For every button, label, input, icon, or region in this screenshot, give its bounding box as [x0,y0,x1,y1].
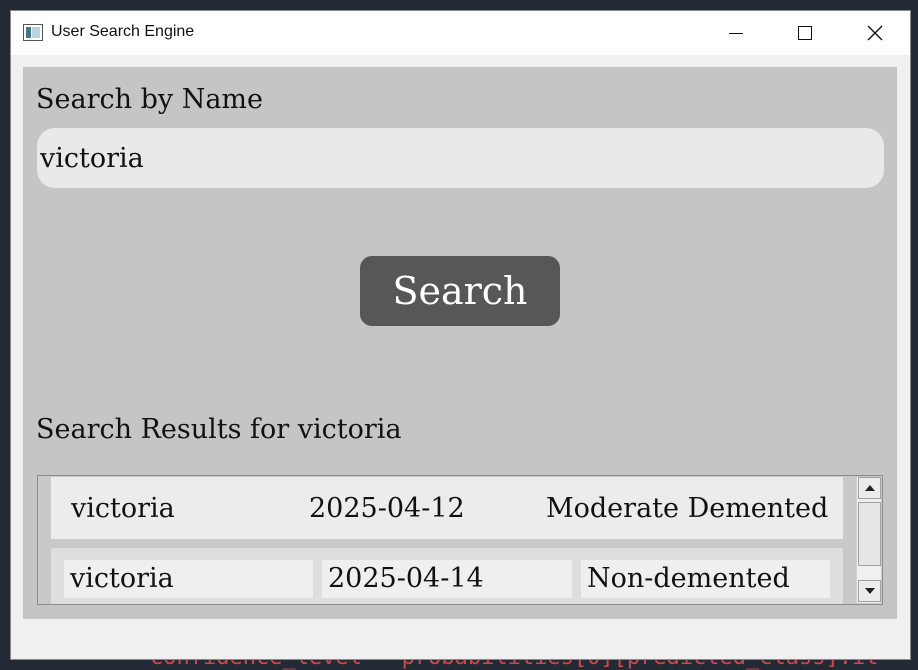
results-heading: Search Results for victoria [36,414,402,445]
result-diagnosis: Non-demented [581,560,830,598]
result-name: victoria [64,560,313,598]
app-icon [23,24,43,41]
search-label: Search by Name [36,84,263,115]
search-button[interactable]: Search [360,256,560,326]
title-bar[interactable]: User Search Engine [11,11,910,55]
scroll-down-button[interactable] [858,580,881,602]
result-date: 2025-04-14 [322,560,572,598]
maximize-button[interactable] [782,11,828,55]
maximize-icon [798,26,812,40]
list-item[interactable]: victoria 2025-04-14 Non-demented [51,548,843,604]
minimize-icon [729,32,743,34]
results-list[interactable]: victoria 2025-04-12 Moderate Demented vi… [37,475,883,605]
result-name: victoria [71,492,175,524]
vertical-scrollbar[interactable] [856,477,881,603]
app-window: User Search Engine Search by Name Search… [10,10,911,660]
scroll-up-icon [864,485,875,491]
scroll-down-icon [864,588,875,594]
result-diagnosis: Moderate Demented [546,492,829,524]
list-item[interactable]: victoria 2025-04-12 Moderate Demented [51,477,843,539]
scroll-thumb[interactable] [858,502,881,566]
window-title: User Search Engine [51,23,195,40]
close-icon [867,25,883,41]
minimize-button[interactable] [713,11,759,55]
scroll-up-button[interactable] [858,477,881,499]
result-date: 2025-04-12 [309,492,465,524]
search-input[interactable] [37,128,884,188]
close-button[interactable] [852,11,898,55]
main-panel: Search by Name Search Search Results for… [23,67,897,619]
